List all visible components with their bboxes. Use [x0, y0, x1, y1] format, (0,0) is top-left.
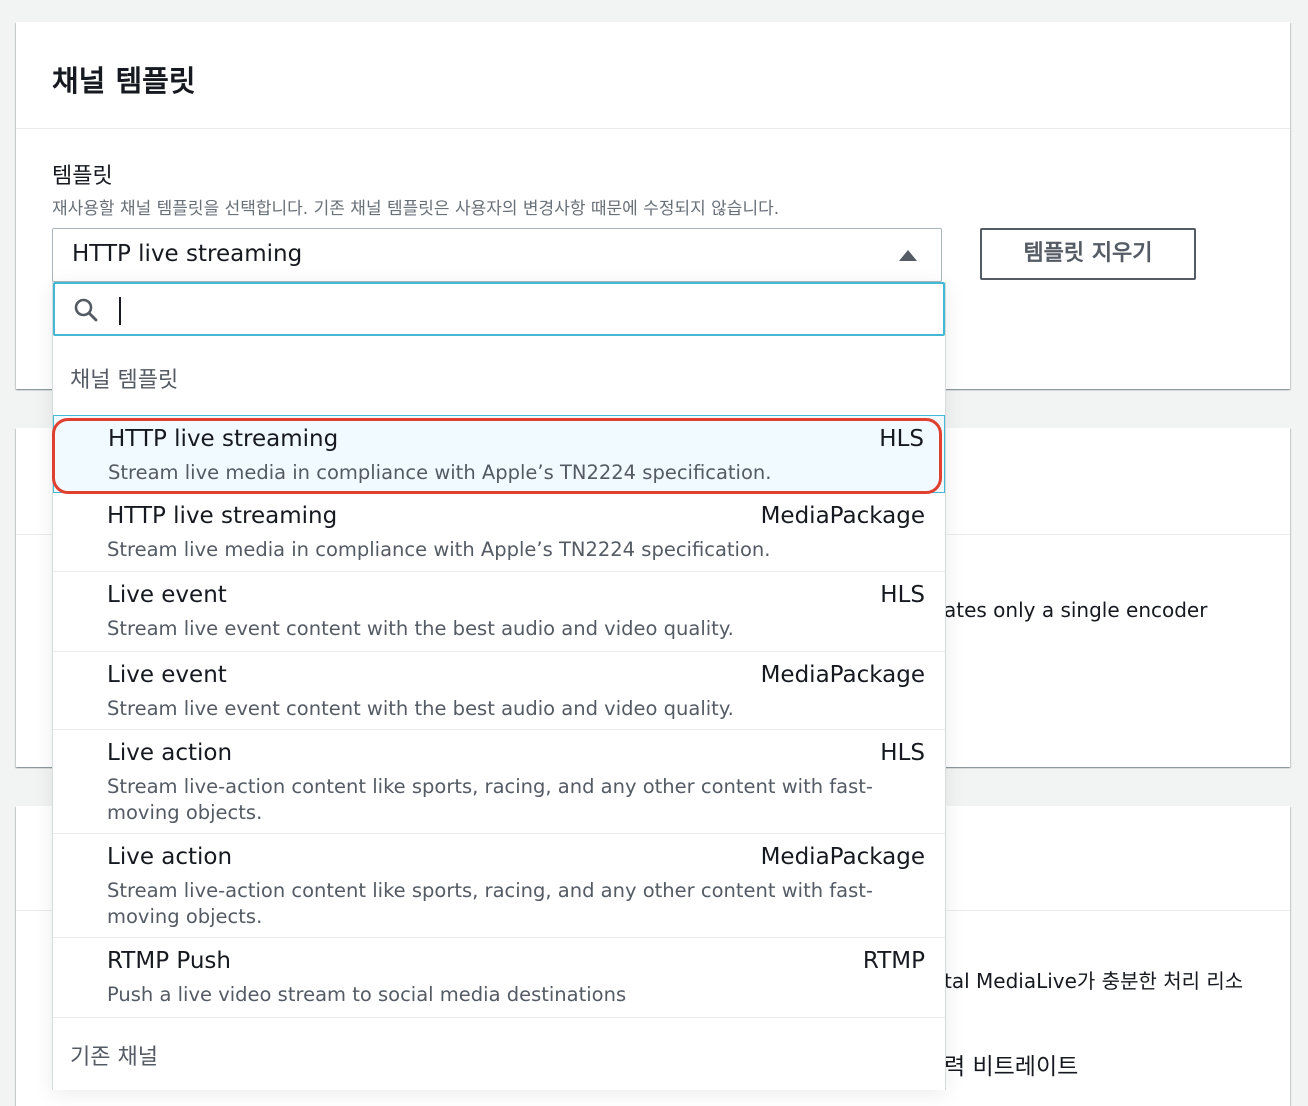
group-label-channel-templates: 채널 템플릿 [70, 368, 179, 393]
option-tag: RTMP [862, 948, 925, 974]
option-title: HTTP live streaming [107, 503, 338, 529]
caret-up-icon [899, 250, 917, 261]
option-description: Stream live-action content like sports, … [107, 775, 873, 824]
option-tag: HLS [879, 426, 924, 452]
option-hls-http-live-streaming[interactable]: HTTP live streaming HLS Stream live medi… [53, 415, 945, 493]
option-description: Stream live event content with the best … [107, 617, 734, 640]
search-input[interactable] [117, 292, 917, 326]
option-description: Push a live video stream to social media… [107, 983, 627, 1006]
option-tag: MediaPackage [760, 662, 925, 688]
option-tag: MediaPackage [760, 844, 925, 870]
option-title: Live event [107, 662, 227, 688]
option-description: Stream live media in compliance with App… [107, 538, 771, 561]
panel2-text: ates only a single encoder [944, 598, 1208, 622]
option-mediapackage-live-action[interactable]: Live action MediaPackage Stream live-act… [53, 834, 945, 938]
option-hls-live-event[interactable]: Live event HLS Stream live event content… [53, 572, 945, 652]
option-mediapackage-http-live-streaming[interactable]: HTTP live streaming MediaPackage Stream … [53, 493, 945, 572]
panel3-text-2: 력 비트레이트 [944, 1054, 1079, 1080]
group-label-existing-channels: 기존 채널 [70, 1045, 158, 1070]
option-title: Live action [107, 740, 233, 766]
panel-header: 채널 템플릿 [16, 22, 1290, 129]
option-title: RTMP Push [107, 948, 231, 974]
template-dropdown: 채널 템플릿 HTTP live streaming HLS Stream li… [52, 282, 946, 1090]
clear-template-button[interactable]: 템플릿 지우기 [980, 228, 1196, 280]
panel3-text-1: tal MediaLive가 충분한 처리 리소 [944, 969, 1244, 993]
option-title: Live event [107, 582, 227, 608]
option-description: Stream live-action content like sports, … [107, 879, 873, 928]
template-select[interactable]: HTTP live streaming [52, 228, 942, 282]
panel-title: 채널 템플릿 [52, 64, 196, 98]
option-tag: MediaPackage [760, 503, 925, 529]
template-field-label: 템플릿 [52, 164, 113, 189]
search-icon [74, 298, 98, 322]
option-description: Stream live media in compliance with App… [108, 461, 772, 484]
option-rtmp-push[interactable]: RTMP Push RTMP Push a live video stream … [53, 938, 945, 1018]
text-cursor [119, 297, 121, 325]
option-tag: HLS [880, 740, 925, 766]
option-mediapackage-live-event[interactable]: Live event MediaPackage Stream live even… [53, 652, 945, 730]
search-field[interactable] [53, 282, 945, 336]
template-field-description: 재사용할 채널 템플릿을 선택합니다. 기존 채널 템플릿은 사용자의 변경사항… [52, 199, 780, 219]
template-select-value: HTTP live streaming [72, 241, 303, 267]
option-hls-live-action[interactable]: Live action HLS Stream live-action conte… [53, 730, 945, 834]
option-title: Live action [107, 844, 233, 870]
option-tag: HLS [880, 582, 925, 608]
option-title: HTTP live streaming [108, 426, 339, 452]
option-description: Stream live event content with the best … [107, 697, 734, 720]
